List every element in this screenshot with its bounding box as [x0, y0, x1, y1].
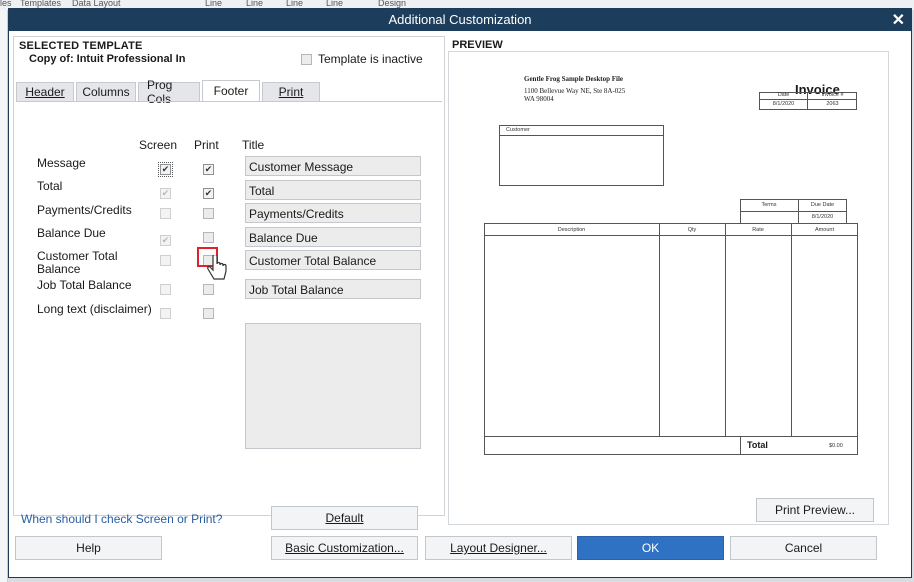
help-button[interactable]: Help [15, 536, 162, 560]
tab-prog-cols[interactable]: Prog Cols [138, 78, 200, 106]
preview-total-divider [740, 436, 741, 455]
template-name: Copy of: Intuit Professional In [29, 53, 186, 65]
tab-print-label: Print [278, 85, 304, 99]
preview-due-date-label: Due Date [810, 202, 835, 208]
layout-designer-label: Layout Designer... [450, 541, 547, 555]
cancel-button[interactable]: Cancel [730, 536, 877, 560]
preview-date-value: 8/1/2020 [772, 101, 795, 107]
customization-tabs: Header Columns Prog Cols Footer Print [16, 78, 320, 106]
row-label-balance-due: Balance Due [37, 226, 106, 240]
preview-due-date-value: 8/1/2020 [811, 214, 834, 220]
job-total-title-field[interactable]: Job Total Balance [245, 279, 421, 299]
bg-menu-item: Templates [20, 0, 62, 8]
preview-col-divider-1 [659, 223, 660, 436]
tab-print[interactable]: Print [262, 82, 320, 102]
preview-col-amount: Amount [815, 227, 834, 233]
bg-design-label: Design [378, 0, 407, 8]
tab-columns-label: Columns [82, 85, 130, 99]
customer-total-title-field[interactable]: Customer Total Balance [245, 250, 421, 270]
bg-menu-item: Line [286, 0, 304, 8]
row-label-payments-credits: Payments/Credits [37, 203, 132, 217]
layout-designer-button[interactable]: Layout Designer... [425, 536, 572, 560]
template-inactive-label: Template is inactive [318, 52, 423, 66]
preview-invoice-no-label: Invoice # [821, 92, 844, 98]
preview-heading: PREVIEW [452, 39, 503, 51]
payments-title-field[interactable]: Payments/Credits [245, 203, 421, 223]
preview-col-description: Description [557, 227, 586, 233]
row-label-long-text: Long text (disclaimer) [37, 302, 152, 316]
row-label-customer-total-balance: Customer Total Balance [37, 249, 118, 276]
ok-button[interactable]: OK [577, 536, 724, 560]
close-icon[interactable]: ✕ [892, 10, 905, 30]
bg-menu-item: les [0, 0, 12, 8]
screen-column-header: Screen [139, 138, 178, 152]
tab-footer[interactable]: Footer [202, 80, 260, 102]
default-button-label: Default [325, 511, 364, 525]
message-title-field[interactable]: Customer Message [245, 156, 421, 176]
preview-col-divider-2 [725, 223, 726, 436]
preview-invoice-no-value: 2063 [826, 101, 839, 107]
template-inactive-toggle[interactable]: Template is inactive [301, 52, 423, 66]
bg-menu-item: Line [246, 0, 264, 8]
payments-screen-checkbox[interactable] [160, 208, 171, 219]
bg-menu-item: Data Layout [72, 0, 121, 8]
selected-template-heading: SELECTED TEMPLATE [19, 40, 143, 52]
row-label-total: Total [37, 179, 63, 193]
preview-company-name: Gentle Frog Sample Desktop File [524, 75, 624, 83]
preview-col-divider-3 [791, 223, 792, 436]
balance-due-screen-checkbox[interactable]: ✔ [160, 235, 171, 246]
customer-total-screen-checkbox[interactable] [160, 255, 171, 266]
preview-items-table [484, 223, 858, 455]
tab-columns[interactable]: Columns [76, 82, 136, 102]
preview-customer-label: Customer [506, 127, 530, 133]
basic-customization-label: Basic Customization... [285, 541, 404, 555]
preview-col-qty: Qty [687, 227, 697, 233]
preview-terms-line [740, 211, 847, 212]
message-print-checkbox[interactable]: ✔ [203, 164, 214, 175]
tab-footer-label: Footer [213, 84, 249, 98]
preview-terms-label: Terms [761, 202, 777, 208]
dialog-title: Additional Customization [388, 12, 532, 27]
job-total-print-checkbox[interactable] [203, 284, 214, 295]
bg-menu-item: Line [326, 0, 344, 8]
preview-date-label: Date [777, 92, 790, 98]
total-print-checkbox[interactable]: ✔ [203, 188, 214, 199]
preview-items-header-line [484, 235, 858, 236]
long-text-screen-checkbox[interactable] [160, 308, 171, 319]
additional-customization-dialog: Additional Customization ✕ SELECTED TEMP… [8, 8, 912, 578]
preview-total-label: Total [747, 440, 768, 450]
total-title-field[interactable]: Total [245, 180, 421, 200]
preview-col-rate: Rate [752, 227, 764, 233]
template-inactive-checkbox[interactable] [301, 53, 312, 65]
long-text-print-checkbox[interactable] [203, 308, 214, 319]
preview-total-line [484, 436, 858, 437]
template-settings-pane: SELECTED TEMPLATE Copy of: Intuit Profes… [13, 36, 445, 516]
tab-header[interactable]: Header [16, 82, 74, 102]
tab-header-label: Header [25, 85, 65, 99]
preview-total-value: $0.00 [829, 443, 843, 449]
message-screen-checkbox[interactable]: ✔ [158, 162, 173, 177]
print-column-header: Print [194, 138, 219, 152]
dialog-titlebar: Additional Customization ✕ [9, 9, 911, 31]
default-button[interactable]: Default [271, 506, 418, 530]
hand-cursor-icon [207, 255, 227, 280]
print-preview-button[interactable]: Print Preview... [756, 498, 874, 522]
background-left-edge [0, 10, 8, 582]
payments-print-checkbox[interactable] [203, 208, 214, 219]
preview-date-row-line [759, 99, 857, 100]
bg-menu-item: Line [205, 0, 223, 8]
basic-customization-button[interactable]: Basic Customization... [271, 536, 418, 560]
title-column-header: Title [242, 138, 265, 152]
total-screen-checkbox[interactable]: ✔ [160, 188, 171, 199]
screen-or-print-help-link[interactable]: When should I check Screen or Print? [21, 512, 222, 526]
balance-due-print-checkbox[interactable] [203, 232, 214, 243]
job-total-screen-checkbox[interactable] [160, 284, 171, 295]
row-label-message: Message [37, 156, 86, 170]
balance-due-title-field[interactable]: Balance Due [245, 227, 421, 247]
row-label-job-total-balance: Job Total Balance [37, 278, 132, 292]
preview-company-address-2: WA 98004 [524, 95, 554, 103]
preview-customer-line [499, 135, 664, 136]
long-text-title-area[interactable] [245, 323, 421, 449]
